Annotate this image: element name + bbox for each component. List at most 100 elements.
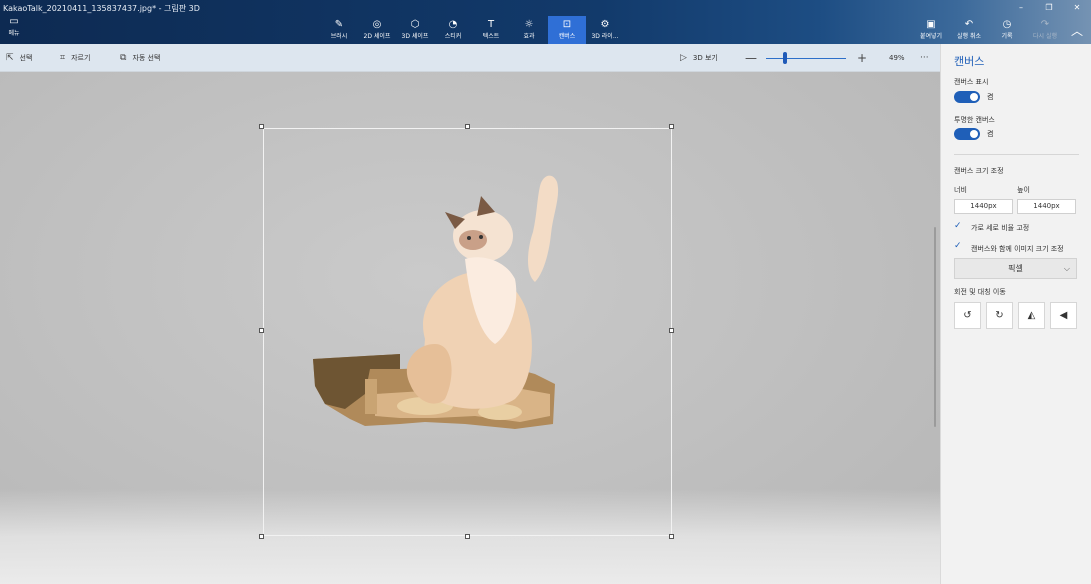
unit-select-value: 픽셀 <box>1008 264 1023 273</box>
resize-handle-bottom-right[interactable] <box>669 534 674 539</box>
view-3d-button[interactable]: ▷ 3D 보기 <box>680 44 718 72</box>
tool-2d-shapes[interactable]: ◎ 2D 셰이프 <box>358 16 396 44</box>
tool-label: 브러시 <box>330 33 348 40</box>
rotate-left-icon: ↺ <box>963 310 972 321</box>
history-icon: ◷ <box>1002 19 1012 30</box>
tool-label: 텍스트 <box>482 33 500 40</box>
resize-handle-left[interactable] <box>259 328 264 333</box>
tool-label: 캔버스 <box>558 33 576 40</box>
magic-select-tool[interactable]: ⧉ 자동 선택 <box>120 44 160 72</box>
crop-label: 자르기 <box>71 54 91 62</box>
resize-section-label: 캔버스 크기 조정 <box>954 167 1004 175</box>
text-icon: T <box>487 19 495 30</box>
zoom-slider-track[interactable] <box>766 57 846 59</box>
resize-handle-top[interactable] <box>465 124 470 129</box>
cat-tree-post <box>365 379 377 414</box>
canvas-panel: 캔버스 캔버스 표시 켬 투명한 캔버스 켬 캔버스 크기 조정 너비 높이 1… <box>940 44 1091 584</box>
more-options-button[interactable]: ··· <box>920 44 929 72</box>
width-input[interactable]: 1440px <box>954 199 1013 214</box>
tool-label: 3D 라이... <box>591 33 619 40</box>
tool-label: 효과 <box>523 33 535 40</box>
chevron-down-icon: ⌵ <box>1063 264 1070 273</box>
flip-horizontal-button[interactable]: ◭ <box>1018 302 1045 329</box>
minimize-button[interactable]: – <box>1007 0 1035 15</box>
restore-button[interactable]: ❐ <box>1035 0 1063 15</box>
panel-title: 캔버스 <box>954 55 985 68</box>
title-bar: KakaoTalk_20210411_135837437.jpg* - 그림판 … <box>0 0 1091 44</box>
history-label: 기록 <box>1001 33 1013 40</box>
history-button[interactable]: ◷ 기록 <box>988 16 1026 44</box>
resize-handle-bottom-left[interactable] <box>259 534 264 539</box>
rotate-right-button[interactable]: ↻ <box>986 302 1013 329</box>
sticker-icon: ◔ <box>448 19 458 30</box>
show-canvas-toggle[interactable] <box>954 91 980 103</box>
zoom-slider-thumb[interactable] <box>783 52 787 64</box>
effects-icon: ☼ <box>524 19 534 30</box>
paste-button[interactable]: ▣ 붙여넣기 <box>912 16 950 44</box>
close-button[interactable]: ✕ <box>1063 0 1091 15</box>
cat-eye-right <box>479 235 483 239</box>
magic-select-icon: ⧉ <box>120 53 127 63</box>
zoom-in-button[interactable]: + <box>857 44 867 72</box>
lock-aspect-checkbox[interactable]: ✓ <box>954 221 962 231</box>
resize-image-label: 캔버스와 함께 이미지 크기 조정 <box>971 245 1064 253</box>
tool-3d-library[interactable]: ⚙ 3D 라이... <box>586 16 624 44</box>
2d-shapes-icon: ◎ <box>372 19 382 30</box>
height-label: 높이 <box>1017 186 1030 194</box>
collapse-ribbon-icon[interactable]: ︿ <box>1068 22 1086 40</box>
undo-label: 실행 취소 <box>957 33 981 40</box>
resize-handle-bottom[interactable] <box>465 534 470 539</box>
resize-handle-top-right[interactable] <box>669 124 674 129</box>
cat-image[interactable] <box>305 154 565 454</box>
3d-library-icon: ⚙ <box>600 19 610 30</box>
select-tool[interactable]: ⇱ 선택 <box>6 44 32 72</box>
menu-label: 메뉴 <box>8 30 20 37</box>
crop-icon: ⌗ <box>60 53 66 63</box>
resize-handle-top-left[interactable] <box>259 124 264 129</box>
select-label: 선택 <box>19 54 33 62</box>
redo-label: 다시 실행 <box>1033 33 1057 40</box>
rotate-left-button[interactable]: ↺ <box>954 302 981 329</box>
zoom-out-button[interactable]: — <box>745 44 757 72</box>
ribbon-right-tools: ▣ 붙여넣기 ↶ 실행 취소 ◷ 기록 ↷ 다시 실행 <box>912 16 1064 44</box>
rotate-right-icon: ↻ <box>995 310 1004 321</box>
ribbon-tools: ✎ 브러시 ◎ 2D 셰이프 ⬡ 3D 셰이프 ◔ 스티커 T 텍스트 ☼ 효과… <box>320 16 624 44</box>
redo-button[interactable]: ↷ 다시 실행 <box>1026 16 1064 44</box>
magic-select-label: 자동 선택 <box>132 54 161 62</box>
workspace[interactable] <box>0 72 940 584</box>
paste-label: 붙여넣기 <box>919 33 943 40</box>
flip-vertical-button[interactable]: ◀ <box>1050 302 1077 329</box>
view-3d-icon: ▷ <box>680 53 687 63</box>
resize-image-checkbox[interactable]: ✓ <box>954 241 962 251</box>
menu-button[interactable]: ▭ 메뉴 <box>0 16 28 42</box>
vertical-scrollbar[interactable] <box>934 227 936 427</box>
tool-text[interactable]: T 텍스트 <box>472 16 510 44</box>
flip-vertical-icon: ◀ <box>1059 310 1068 321</box>
flip-horizontal-icon: ◭ <box>1027 310 1036 321</box>
tool-stickers[interactable]: ◔ 스티커 <box>434 16 472 44</box>
tool-3d-shapes[interactable]: ⬡ 3D 셰이프 <box>396 16 434 44</box>
tool-effects[interactable]: ☼ 효과 <box>510 16 548 44</box>
undo-button[interactable]: ↶ 실행 취소 <box>950 16 988 44</box>
tool-label: 2D 셰이프 <box>363 33 391 40</box>
unit-select[interactable]: 픽셀 ⌵ <box>954 258 1077 279</box>
transparent-canvas-toggle[interactable] <box>954 128 980 140</box>
tool-brushes[interactable]: ✎ 브러시 <box>320 16 358 44</box>
cursor-icon: ⇱ <box>6 53 14 63</box>
sub-toolbar: ⇱ 선택 ⌗ 자르기 ⧉ 자동 선택 ▷ 3D 보기 — + 49% ··· <box>0 44 940 72</box>
paste-icon: ▣ <box>926 19 936 30</box>
cat-raised-paw <box>528 175 559 282</box>
tool-label: 스티커 <box>444 33 462 40</box>
tool-canvas[interactable]: ⊡ 캔버스 <box>548 16 586 44</box>
view3d-label: 3D 보기 <box>692 54 718 62</box>
window-title: KakaoTalk_20210411_135837437.jpg* - 그림판 … <box>3 4 200 13</box>
lock-aspect-label: 가로 세로 비율 고정 <box>971 224 1030 232</box>
resize-handle-right[interactable] <box>669 328 674 333</box>
crop-tool[interactable]: ⌗ 자르기 <box>60 44 90 72</box>
height-input[interactable]: 1440px <box>1017 199 1076 214</box>
undo-icon: ↶ <box>964 19 974 30</box>
folder-icon: ▭ <box>9 16 19 27</box>
tool-label: 3D 셰이프 <box>401 33 429 40</box>
3d-shapes-icon: ⬡ <box>410 19 420 30</box>
width-label: 너비 <box>954 186 967 194</box>
